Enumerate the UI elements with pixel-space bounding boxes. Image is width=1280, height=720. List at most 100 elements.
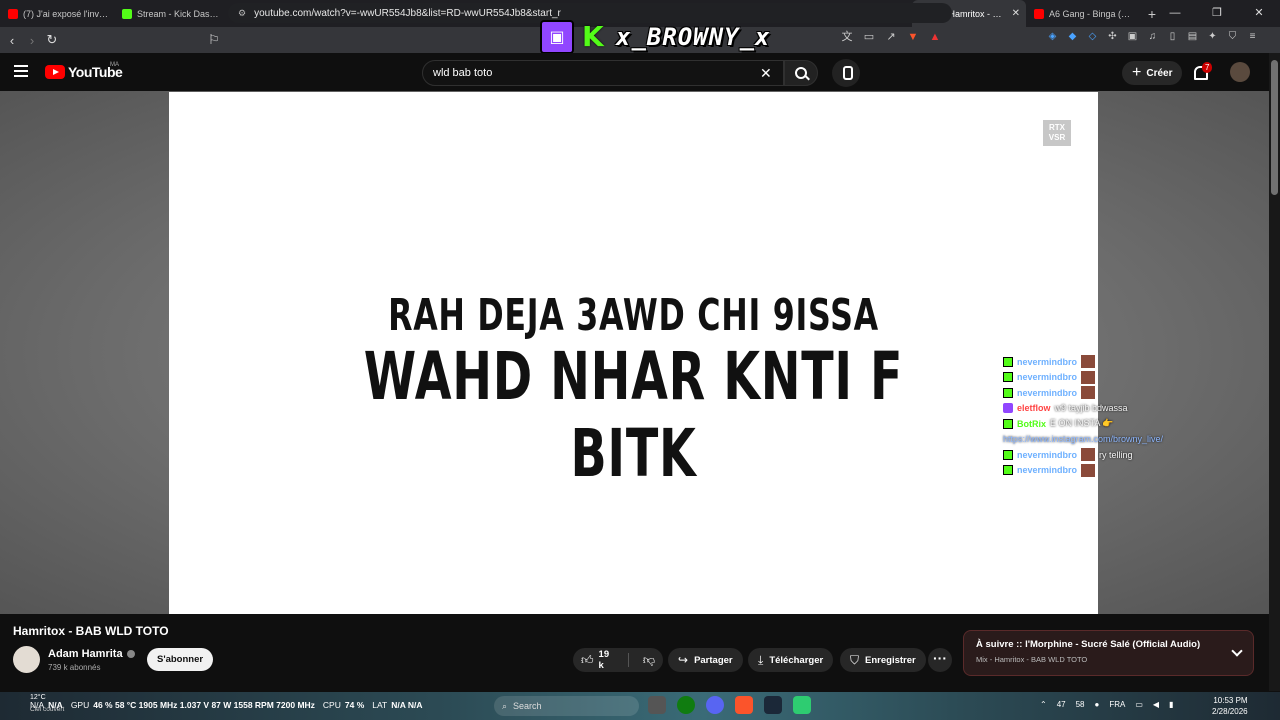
cast-icon[interactable]: ▭ [862,30,876,44]
thumbs-down-icon: 👎︎ [642,652,655,667]
platform-badge-icon [1003,372,1013,383]
subscribe-button[interactable]: S'abonner [147,648,214,671]
like-button[interactable]: 👍︎ 19 k [573,648,622,672]
channel-avatar[interactable] [13,646,40,673]
chat-username: nevermindbro [1017,372,1078,383]
channel-name[interactable]: Adam Hamrita [48,648,123,660]
chat-username: nevermindbro [1017,387,1078,398]
extension-icon[interactable]: ◆ [1066,30,1079,44]
translate-icon[interactable]: 文 [840,30,854,44]
chat-message: eletflow w9 tayjib bdwassa [1003,401,1203,417]
menu-icon[interactable]: ≡ [1246,30,1259,44]
platform-badge-icon [1003,356,1013,367]
plus-icon: + [1132,64,1142,81]
hw-monitor-stats: N/A N/A GPU 46 % 58 °C 1905 MHz 1.037 V 87 … [30,700,423,710]
puzzle-icon[interactable]: ✣ [1106,30,1119,44]
leo-ai-icon[interactable]: ✦ [1206,30,1219,44]
chat-username: nevermindbro [1017,356,1078,367]
back-icon[interactable]: ‹ [2,33,22,48]
brave-shield-icon[interactable]: ▼ [906,30,920,44]
battery-icon[interactable]: ▮ [1169,700,1173,709]
browser-tab[interactable]: Stream - Kick Dashboard [114,0,228,27]
chat-username: nevermindbro [1017,465,1078,476]
scrollbar-thumb[interactable] [1271,60,1278,195]
chat-username: eletflow [1017,403,1051,414]
channel-name-wrap[interactable]: Adam Hamrita [48,648,135,660]
save-button[interactable]: ⛉ Enregistrer [840,648,926,672]
url-text: youtube.com/watch?v=-wwUR554Jb8&list=RD-… [254,7,561,19]
rtx-vsr-badge: RTX VSR [1043,120,1071,146]
screenshot-icon[interactable]: ▣ [1126,30,1139,44]
browser-tab[interactable]: A6 Gang - Binga (Offic [1026,0,1140,27]
volume-icon[interactable]: ◀ [1153,700,1159,709]
voice-search-icon[interactable] [832,59,860,87]
chat-text: E ON INSTA 👉 [1050,418,1114,429]
extension-icon[interactable]: ◈ [1046,30,1059,44]
share-button[interactable]: ↪ Partager [668,648,743,672]
bookmark-icon[interactable]: ⚐ [204,32,224,48]
hw-stat-value: 74 % [344,700,365,710]
kick-logo-icon: K [582,20,604,53]
language-indicator[interactable]: FRA [1109,700,1125,709]
chat-text: w9 tayjib bdwassa [1054,403,1128,414]
hamburger-menu-icon[interactable] [14,65,28,77]
hw-stat-label: GPU [70,700,90,710]
platform-badge-icon [1003,449,1013,460]
extension-icon[interactable]: ◇ [1086,30,1099,44]
tab-favicon-icon [8,8,18,19]
verified-icon [126,650,135,659]
account-avatar[interactable] [1230,62,1250,82]
search-input[interactable] [433,67,753,79]
maximize-icon[interactable]: ❐ [1196,0,1238,27]
download-button[interactable]: ⤓ Télécharger [748,648,834,672]
share-page-icon[interactable]: ↗ [884,30,898,44]
sidebar-icon[interactable]: ▯ [1166,30,1179,44]
video-player[interactable]: RAH DEJA 3AWD CHI 9ISSA WAHD NHAR KNTI F… [169,92,1098,614]
network-icon[interactable]: ▭ [1135,700,1143,709]
chat-message: nevermindbro [1003,385,1203,401]
site-info-icon[interactable]: ⚙ [238,8,246,19]
create-button[interactable]: + Créer [1122,61,1183,85]
taskbar-search[interactable]: ⌕ Search [494,696,639,716]
hw-stat-value: N/A N/A [391,700,423,710]
close-window-icon[interactable]: ✕ [1238,0,1280,27]
clock-date: 2/28/2026 [1212,707,1248,716]
up-next-card[interactable]: À suivre :: l'Morphine - Sucré Salé (Off… [963,630,1254,676]
twitch-logo-icon: ▣ [540,20,574,54]
like-divider [627,653,629,667]
platform-badge-icon [1003,465,1013,476]
brave-rewards-icon[interactable]: ▲ [928,30,942,44]
chat-message: nevermindbro ry telling [1003,447,1203,463]
mic-icon[interactable]: ● [1095,700,1100,709]
obs-icon[interactable] [793,696,811,714]
discord-icon[interactable] [706,696,724,714]
media-icon[interactable]: ♫ [1146,30,1159,44]
clear-search-icon[interactable]: ✕ [760,65,772,82]
hw-stat: LAT N/A N/A [372,700,422,710]
steam-icon[interactable] [764,696,782,714]
chevron-up-icon[interactable]: ⌃ [1040,700,1047,709]
taskbar-search-label: Search [513,701,542,711]
file-explorer-icon[interactable] [648,696,666,714]
chat-text: ry telling [1099,449,1133,460]
vpn-icon[interactable]: ⛉ [1226,30,1239,44]
dislike-button[interactable]: 👎︎ [635,648,663,672]
stream-overlay-brand: ▣ K x_BROWNY_x [540,20,771,54]
reload-icon[interactable]: ↻ [42,32,62,48]
like-count: 19 k [598,649,610,671]
brave-browser-icon[interactable] [735,696,753,714]
platform-badge-icon [1003,387,1013,398]
browser-tab[interactable]: (7) J'ai exposé l'invasion [0,0,114,27]
taskbar-clock[interactable]: 10:53 PM 2/28/2026 [1212,695,1248,717]
xbox-icon[interactable] [677,696,695,714]
wallet-icon[interactable]: ▤ [1186,30,1199,44]
chat-emote-icon [1081,386,1096,400]
hw-stat: CPU 74 % [323,700,364,710]
forward-icon[interactable]: › [22,33,42,48]
tab-close-icon[interactable]: ✕ [1012,8,1020,19]
minimize-icon[interactable]: — [1154,0,1196,27]
more-actions-icon[interactable]: ··· [928,648,952,672]
search-box[interactable] [422,60,784,86]
clock-time: 10:53 PM [1213,696,1248,705]
search-button[interactable] [784,60,818,86]
